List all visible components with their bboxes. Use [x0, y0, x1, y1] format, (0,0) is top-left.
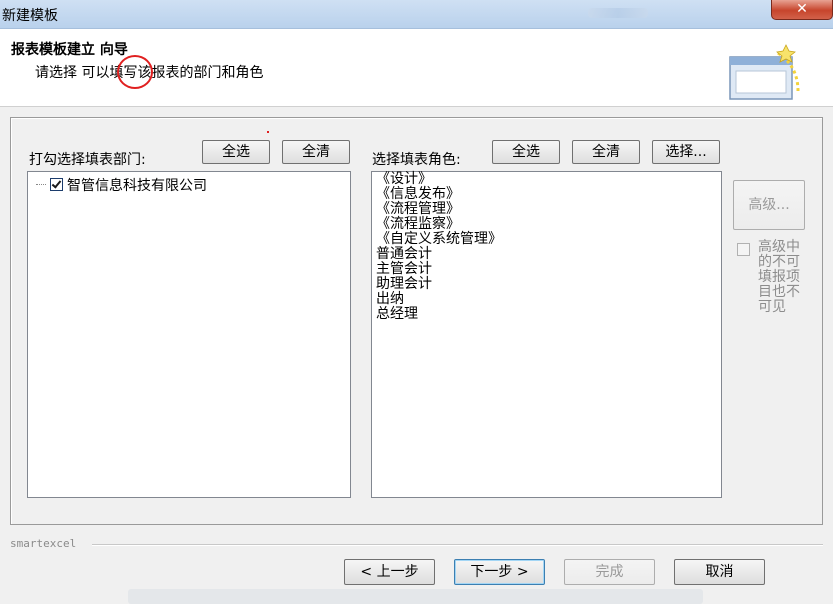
- roles-items: 《设计》 《信息发布》 《流程管理》 《流程监察》 《自定义系统管理》 普通会计…: [376, 172, 502, 322]
- checkmark-icon: [51, 178, 62, 189]
- role-item[interactable]: 主管会计: [376, 262, 502, 277]
- role-item[interactable]: 助理会计: [376, 277, 502, 292]
- hide-advanced-label: 高级中的不可填报项目也不可见: [758, 239, 800, 315]
- prev-button[interactable]: < 上一步: [344, 559, 435, 585]
- departments-label: 打勾选择填表部门:: [29, 152, 146, 168]
- titlebar-blur: [588, 8, 648, 18]
- tree-connector: [36, 184, 46, 185]
- finish-button[interactable]: 完成: [564, 559, 655, 585]
- role-item[interactable]: 总经理: [376, 307, 502, 322]
- roles-label: 选择填表角色:: [372, 152, 461, 168]
- annotation-circle: [117, 55, 153, 89]
- roles-choose-button[interactable]: 选择...: [652, 140, 720, 164]
- close-button[interactable]: ✕: [771, 0, 833, 20]
- role-item[interactable]: 《信息发布》: [376, 187, 502, 202]
- departments-select-all-button[interactable]: 全选: [202, 140, 270, 164]
- role-item[interactable]: 《流程监察》: [376, 217, 502, 232]
- wizard-heading: 报表模板建立 向导: [11, 42, 128, 58]
- title-bar: 新建模板 ✕: [0, 0, 833, 29]
- role-item[interactable]: 普通会计: [376, 247, 502, 262]
- company-checkbox[interactable]: [50, 178, 63, 191]
- brand-label: smartexcel: [10, 537, 77, 550]
- role-item[interactable]: 《设计》: [376, 172, 502, 187]
- role-item[interactable]: 《流程管理》: [376, 202, 502, 217]
- red-dot-mark: [267, 131, 269, 133]
- role-item[interactable]: 出纳: [376, 292, 502, 307]
- window-title: 新建模板: [2, 8, 58, 24]
- next-button[interactable]: 下一步 >: [454, 559, 545, 585]
- role-item[interactable]: 《自定义系统管理》: [376, 232, 502, 247]
- bottom-strip: [128, 589, 703, 604]
- roles-clear-all-button[interactable]: 全清: [572, 140, 640, 164]
- wizard-window-icon: [729, 44, 800, 100]
- departments-tree[interactable]: 智管信息科技有限公司: [27, 171, 351, 498]
- advanced-button[interactable]: 高级...: [733, 180, 805, 230]
- company-name: 智管信息科技有限公司: [67, 178, 207, 194]
- departments-clear-all-button[interactable]: 全清: [282, 140, 350, 164]
- cancel-button[interactable]: 取消: [674, 559, 765, 585]
- wizard-header: 报表模板建立 向导 请选择 可以填写该报表的部门和角色: [0, 29, 833, 107]
- hide-advanced-checkbox[interactable]: [737, 243, 750, 256]
- footer-divider: [92, 544, 823, 546]
- roles-list[interactable]: 《设计》 《信息发布》 《流程管理》 《流程监察》 《自定义系统管理》 普通会计…: [371, 171, 722, 498]
- roles-select-all-button[interactable]: 全选: [492, 140, 560, 164]
